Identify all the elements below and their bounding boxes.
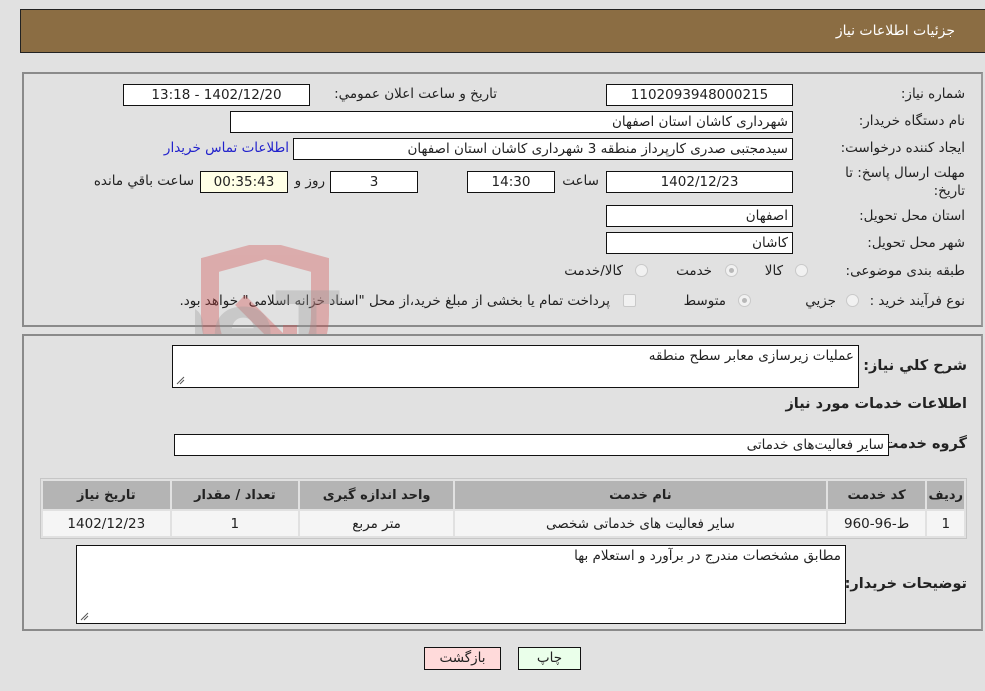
description-label: شرح کلي نیاز: bbox=[863, 358, 967, 374]
col-header-need-date: تاریخ نیاز bbox=[43, 481, 170, 509]
cell-need-date: 1402/12/23 bbox=[43, 511, 170, 536]
treasury-bonds-note: پرداخت تمام یا بخشی از مبلغ خرید،از محل … bbox=[179, 293, 610, 309]
province-label: استان محل تحویل: bbox=[859, 208, 965, 224]
back-button[interactable]: بازگشت bbox=[424, 647, 501, 670]
category-radio-goods-service[interactable] bbox=[635, 264, 648, 277]
cell-service-name: سایر فعالیت های خدماتی شخصی bbox=[455, 511, 826, 536]
category-label: طبقه بندی موضوعی: bbox=[845, 263, 965, 279]
page-header: جزئیات اطلاعات نیاز bbox=[20, 9, 985, 53]
cell-service-code: ط-96-960 bbox=[827, 511, 926, 536]
buyer-org-field[interactable]: شهرداری کاشان استان اصفهان bbox=[230, 111, 793, 133]
announce-datetime-label: تاریخ و ساعت اعلان عمومي: bbox=[334, 86, 497, 102]
col-header-row-number: ردیف bbox=[927, 481, 964, 509]
time-remaining-label: ساعت باقي مانده bbox=[93, 173, 194, 189]
days-remaining-field[interactable]: 3 bbox=[330, 171, 418, 193]
deadline-date-field[interactable]: 1402/12/23 bbox=[606, 171, 793, 193]
purchase-type-option-minor: جزيي bbox=[805, 293, 836, 309]
category-option-service: خدمت bbox=[676, 263, 712, 279]
need-number-field[interactable]: 1102093948000215 bbox=[606, 84, 793, 106]
category-radio-goods[interactable] bbox=[795, 264, 808, 277]
deadline-label: مهلت ارسال پاسخ: تا تاریخ: bbox=[845, 165, 965, 199]
purchase-type-option-medium: متوسط bbox=[683, 293, 726, 309]
services-panel: شرح کلي نیاز: عملیات زیرسازی معابر سطح م… bbox=[22, 334, 983, 631]
services-section-title: اطلاعات خدمات مورد نیاز bbox=[785, 396, 967, 412]
service-group-field[interactable]: سایر فعالیت‌های خدماتی bbox=[174, 434, 889, 456]
col-header-service-code: کد خدمت bbox=[827, 481, 926, 509]
description-textarea[interactable]: عملیات زیرسازی معابر سطح منطقه bbox=[172, 345, 859, 388]
table-header-row: ردیف کد خدمت نام خدمت واحد اندازه گیری ت… bbox=[43, 481, 964, 509]
resize-handle-icon[interactable] bbox=[79, 611, 89, 621]
col-header-unit: واحد اندازه گیری bbox=[300, 481, 454, 509]
print-button[interactable]: چاپ bbox=[518, 647, 581, 670]
category-radio-service[interactable] bbox=[725, 264, 738, 277]
deadline-time-label: ساعت bbox=[562, 173, 599, 189]
table-row: 1 ط-96-960 سایر فعالیت های خدماتی شخصی م… bbox=[43, 511, 964, 536]
col-header-quantity: تعداد / مقدار bbox=[171, 481, 299, 509]
services-table: ردیف کد خدمت نام خدمت واحد اندازه گیری ت… bbox=[40, 478, 967, 539]
service-group-label: گروه خدمت: bbox=[877, 436, 967, 452]
time-remaining-field[interactable]: 00:35:43 bbox=[200, 171, 288, 193]
buyer-notes-label: توضیحات خریدار: bbox=[844, 576, 967, 592]
deadline-time-field[interactable]: 14:30 bbox=[467, 171, 555, 193]
requester-label: ایجاد کننده درخواست: bbox=[840, 140, 965, 156]
buyer-contact-link[interactable]: اطلاعات تماس خریدار bbox=[164, 140, 289, 156]
province-field[interactable]: اصفهان bbox=[606, 205, 793, 227]
city-field[interactable]: کاشان bbox=[606, 232, 793, 254]
purchase-type-label: نوع فرآیند خرید : bbox=[869, 293, 965, 309]
need-details-panel: شماره نیاز: 1102093948000215 تاریخ و ساع… bbox=[22, 72, 983, 327]
description-text: عملیات زیرسازی معابر سطح منطقه bbox=[648, 348, 854, 364]
buyer-org-label: نام دستگاه خریدار: bbox=[858, 113, 965, 129]
need-number-label: شماره نیاز: bbox=[900, 86, 965, 102]
col-header-service-name: نام خدمت bbox=[455, 481, 826, 509]
buyer-notes-textarea[interactable]: مطابق مشخصات مندرج در برآورد و استعلام ب… bbox=[76, 545, 846, 624]
cell-quantity: 1 bbox=[171, 511, 299, 536]
announce-datetime-field[interactable]: 1402/12/20 - 13:18 bbox=[123, 84, 310, 106]
cell-unit: متر مربع bbox=[300, 511, 454, 536]
purchase-type-radio-minor[interactable] bbox=[846, 294, 859, 307]
cell-row-number: 1 bbox=[927, 511, 964, 536]
resize-handle-icon[interactable] bbox=[175, 375, 185, 385]
page-title: جزئیات اطلاعات نیاز bbox=[835, 23, 955, 39]
requester-field[interactable]: سیدمجتبی صدری کارپرداز منطقه 3 شهرداری ک… bbox=[293, 138, 793, 160]
buyer-notes-text: مطابق مشخصات مندرج در برآورد و استعلام ب… bbox=[574, 548, 841, 564]
treasury-bonds-checkbox[interactable] bbox=[623, 294, 636, 307]
category-option-goods: کالا bbox=[764, 263, 783, 279]
purchase-type-radio-medium[interactable] bbox=[738, 294, 751, 307]
days-label: روز و bbox=[294, 173, 325, 189]
category-option-goods-service: کالا/خدمت bbox=[564, 263, 623, 279]
city-label: شهر محل تحویل: bbox=[867, 235, 965, 251]
